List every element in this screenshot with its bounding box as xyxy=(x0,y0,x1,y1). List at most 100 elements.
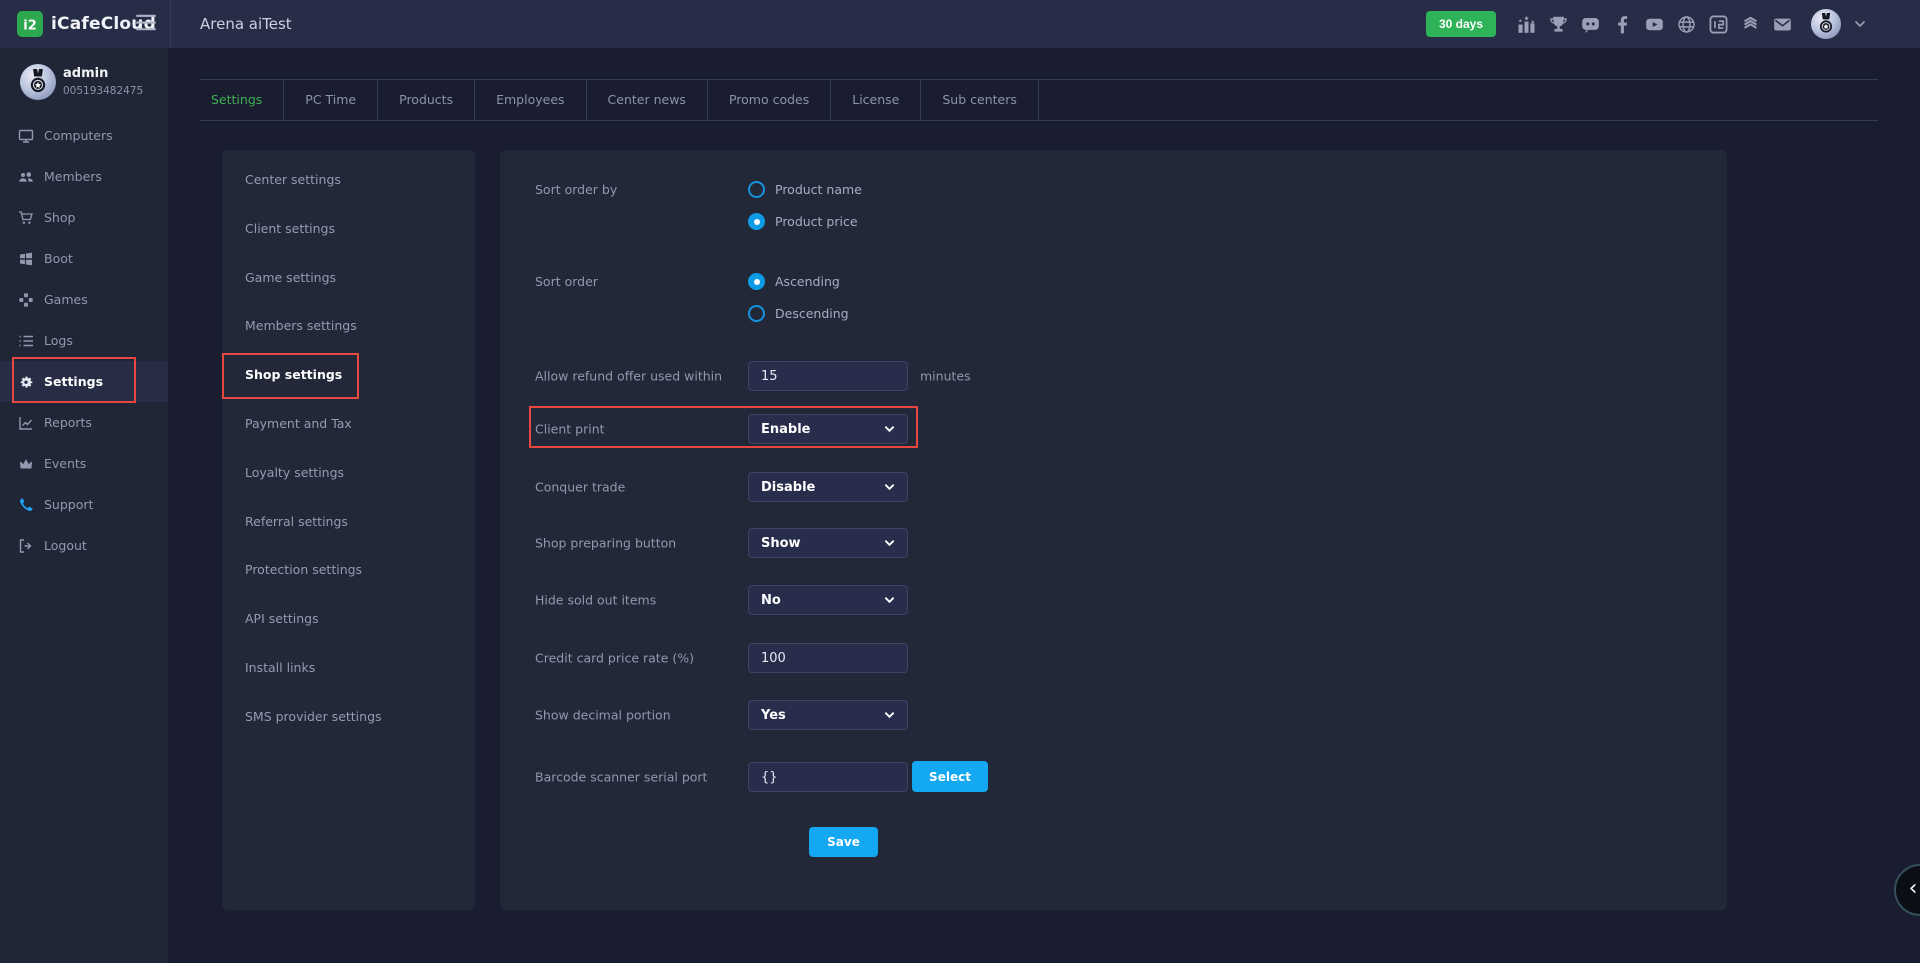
sidebar-item-label: Support xyxy=(44,497,93,512)
settings-menu-sms-provider-settings[interactable]: SMS provider settings xyxy=(222,693,475,742)
sidebar-user-avatar[interactable] xyxy=(20,64,56,100)
select-port-button[interactable]: Select xyxy=(912,761,988,792)
settings-menu-game-settings[interactable]: Game settings xyxy=(222,254,475,303)
sidebar-item-label: Logout xyxy=(44,538,87,553)
tab-promo-codes[interactable]: Promo codes xyxy=(708,80,831,120)
sidebar-item-boot[interactable]: Boot xyxy=(0,238,168,279)
tab-pc-time[interactable]: PC Time xyxy=(284,80,378,120)
field-label: Allow refund offer used within xyxy=(535,369,722,384)
youtube-icon[interactable] xyxy=(1645,15,1664,34)
collapse-widget-button[interactable]: ‹ xyxy=(1894,864,1920,916)
client-print-row: Client print Enable xyxy=(500,414,1727,444)
credit-card-rate-input[interactable] xyxy=(748,643,908,673)
radio-circle-icon xyxy=(748,181,765,198)
sort-order-by-group: Sort order by Product name Product price xyxy=(500,181,1727,243)
users-icon xyxy=(18,169,34,185)
icafecloud-mini-icon[interactable] xyxy=(1709,15,1728,34)
field-label: Hide sold out items xyxy=(535,593,656,608)
barcode-port-row: Barcode scanner serial port Select xyxy=(500,762,1727,792)
user-avatar[interactable] xyxy=(1811,9,1841,39)
settings-menu-api-settings[interactable]: API settings xyxy=(222,595,475,644)
reseller-icon[interactable] xyxy=(1741,15,1760,34)
globe-icon[interactable] xyxy=(1677,15,1696,34)
crown-icon xyxy=(18,456,34,472)
chevron-down-icon xyxy=(884,539,895,547)
field-label: Credit card price rate (%) xyxy=(535,651,694,666)
sidebar-item-label: Reports xyxy=(44,415,92,430)
sidebar-item-logout[interactable]: Logout xyxy=(0,525,168,566)
ranking-icon[interactable] xyxy=(1517,15,1536,34)
sidebar-item-computers[interactable]: Computers xyxy=(0,115,168,156)
field-label: Show decimal portion xyxy=(535,708,671,723)
radio-circle-checked-icon xyxy=(748,273,765,290)
settings-menu-payment-and-tax[interactable]: Payment and Tax xyxy=(222,400,475,449)
show-decimal-select[interactable]: Yes xyxy=(748,700,908,730)
tab-settings[interactable]: Settings xyxy=(200,80,284,120)
client-print-select[interactable]: Enable xyxy=(748,414,908,444)
sidebar-item-shop[interactable]: Shop xyxy=(0,197,168,238)
shop-preparing-select[interactable]: Show xyxy=(748,528,908,558)
tab-center-news[interactable]: Center news xyxy=(587,80,708,120)
settings-menu-protection-settings[interactable]: Protection settings xyxy=(222,546,475,595)
settings-menu-center-settings[interactable]: Center settings xyxy=(222,156,475,205)
tab-products[interactable]: Products xyxy=(378,80,475,120)
radio-ascending[interactable]: Ascending xyxy=(748,273,840,290)
sidebar-item-members[interactable]: Members xyxy=(0,156,168,197)
settings-menu-shop-settings[interactable]: Shop settings xyxy=(222,351,475,400)
refund-within-row: Allow refund offer used within minutes xyxy=(500,361,1727,391)
sidebar-item-settings[interactable]: Settings xyxy=(0,361,168,402)
settings-menu-loyalty-settings[interactable]: Loyalty settings xyxy=(222,449,475,498)
windows-icon xyxy=(18,251,34,267)
chevron-left-icon: ‹ xyxy=(1909,876,1918,901)
chevron-down-icon[interactable] xyxy=(1854,20,1866,28)
svg-text:i2: i2 xyxy=(23,19,37,34)
discord-icon[interactable] xyxy=(1581,15,1600,34)
facebook-icon[interactable] xyxy=(1613,15,1632,34)
conquer-trade-row: Conquer trade Disable xyxy=(500,472,1727,502)
gamepad-icon xyxy=(18,292,34,308)
mail-icon[interactable] xyxy=(1773,15,1792,34)
save-button[interactable]: Save xyxy=(809,827,878,857)
hide-sold-out-select[interactable]: No xyxy=(748,585,908,615)
sidebar-item-reports[interactable]: Reports xyxy=(0,402,168,443)
settings-menu-referral-settings[interactable]: Referral settings xyxy=(222,498,475,547)
radio-descending[interactable]: Descending xyxy=(748,305,849,322)
radio-circle-checked-icon xyxy=(748,213,765,230)
minutes-suffix: minutes xyxy=(920,369,971,384)
chevron-down-icon xyxy=(884,596,895,604)
settings-menu-panel: Center settings Client settings Game set… xyxy=(222,150,475,910)
license-days-badge[interactable]: 30 days xyxy=(1426,11,1496,37)
hide-sold-out-row: Hide sold out items No xyxy=(500,585,1727,615)
user-name: admin xyxy=(63,66,108,81)
sidebar-item-games[interactable]: Games xyxy=(0,279,168,320)
sidebar-nav: Computers Members Shop Boot Games Logs S… xyxy=(0,115,168,566)
settings-menu-client-settings[interactable]: Client settings xyxy=(222,205,475,254)
field-label: Conquer trade xyxy=(535,480,625,495)
chart-icon xyxy=(18,415,34,431)
sidebar: admin 005193482475 Computers Members Sho… xyxy=(0,48,168,963)
gear-icon xyxy=(18,374,34,390)
refund-within-input[interactable] xyxy=(748,361,908,391)
tab-sub-centers[interactable]: Sub centers xyxy=(921,80,1039,120)
logout-icon xyxy=(18,538,34,554)
settings-menu-members-settings[interactable]: Members settings xyxy=(222,302,475,351)
sidebar-item-support[interactable]: Support xyxy=(0,484,168,525)
show-decimal-row: Show decimal portion Yes xyxy=(500,700,1727,730)
radio-circle-icon xyxy=(748,305,765,322)
hamburger-menu-icon[interactable] xyxy=(135,14,157,34)
conquer-trade-select[interactable]: Disable xyxy=(748,472,908,502)
tab-license[interactable]: License xyxy=(831,80,921,120)
settings-menu-install-links[interactable]: Install links xyxy=(222,644,475,693)
tab-employees[interactable]: Employees xyxy=(475,80,586,120)
radio-product-price[interactable]: Product price xyxy=(748,213,858,230)
sidebar-item-events[interactable]: Events xyxy=(0,443,168,484)
cart-icon xyxy=(18,210,34,226)
trophy-icon[interactable] xyxy=(1549,15,1568,34)
sidebar-item-label: Events xyxy=(44,456,86,471)
sidebar-item-label: Members xyxy=(44,169,102,184)
barcode-port-input[interactable] xyxy=(748,762,908,792)
field-label: Sort order by xyxy=(535,182,617,197)
radio-product-name[interactable]: Product name xyxy=(748,181,862,198)
field-label: Client print xyxy=(535,422,605,437)
sidebar-item-logs[interactable]: Logs xyxy=(0,320,168,361)
